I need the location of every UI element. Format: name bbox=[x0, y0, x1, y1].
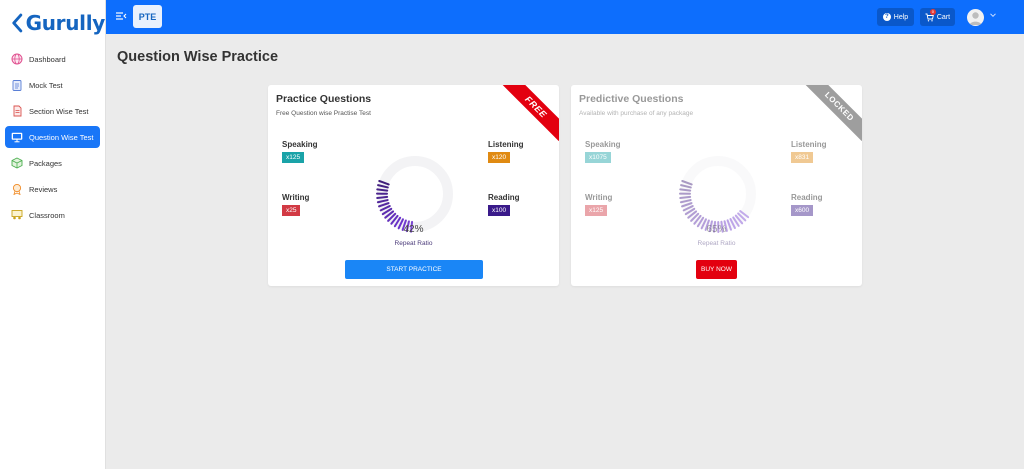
reading-label: Reading bbox=[488, 193, 520, 202]
gauge-tick bbox=[376, 188, 389, 192]
predictive-questions-card: Predictive Questions Available with purc… bbox=[571, 85, 862, 286]
gauge-tick bbox=[376, 195, 389, 199]
sidebar-item-label: Mock Test bbox=[29, 80, 63, 90]
speaking-label: Speaking bbox=[282, 140, 318, 149]
classroom-icon bbox=[10, 209, 23, 222]
cart-count-badge: 0 bbox=[929, 8, 936, 15]
sidebar-item-reviews[interactable]: Reviews bbox=[5, 178, 100, 200]
sidebar-item-section-wise-test[interactable]: Section Wise Test bbox=[5, 100, 100, 122]
cart-icon: 0 bbox=[925, 8, 936, 22]
package-icon bbox=[10, 157, 23, 170]
logo-text: Gurully bbox=[25, 11, 106, 35]
sidebar-item-label: Reviews bbox=[29, 184, 58, 194]
repeat-ratio-label: Repeat Ratio bbox=[697, 240, 736, 247]
logo[interactable]: Gurully bbox=[0, 0, 105, 46]
repeat-ratio-percent: 42% bbox=[403, 224, 424, 235]
sidebar: Gurully Dashboard Mock Test Section Wise… bbox=[0, 0, 106, 469]
help-button[interactable]: ? Help bbox=[877, 8, 914, 26]
speaking-label: Speaking bbox=[585, 140, 621, 149]
reading-label: Reading bbox=[791, 193, 823, 202]
locked-ribbon: LOCKED bbox=[802, 85, 862, 145]
listening-label: Listening bbox=[791, 140, 827, 149]
card-subtitle: Free Question wise Practise Test bbox=[276, 110, 371, 117]
logo-chevron-icon bbox=[12, 13, 23, 33]
sidebar-item-label: Question Wise Test bbox=[29, 132, 94, 142]
sidebar-item-label: Classroom bbox=[29, 210, 65, 220]
document-icon bbox=[10, 105, 23, 118]
free-ribbon: FREE bbox=[499, 85, 559, 145]
repeat-ratio-label: Repeat Ratio bbox=[394, 240, 433, 247]
buy-now-button[interactable]: BUY NOW bbox=[696, 260, 737, 279]
listening-count-badge: x831 bbox=[791, 152, 814, 163]
sidebar-item-classroom[interactable]: Classroom bbox=[5, 204, 100, 226]
clipboard-icon bbox=[10, 79, 23, 92]
gauge-tick bbox=[679, 195, 692, 199]
sidebar-item-question-wise-test[interactable]: Question Wise Test bbox=[5, 126, 100, 148]
cart-button[interactable]: 0 Cart bbox=[920, 8, 955, 26]
writing-label: Writing bbox=[585, 193, 613, 202]
card-title: Predictive Questions bbox=[579, 93, 684, 105]
ribbon-label: FREE bbox=[502, 85, 559, 141]
repeat-ratio-percent: 65% bbox=[706, 224, 727, 235]
sidebar-item-dashboard[interactable]: Dashboard bbox=[5, 48, 100, 70]
speaking-count-badge: x1075 bbox=[585, 152, 611, 163]
reading-count-badge: x100 bbox=[488, 205, 511, 216]
card-subtitle: Available with purchase of any package bbox=[579, 110, 694, 117]
menu-toggle-icon[interactable] bbox=[115, 10, 127, 22]
help-label: Help bbox=[893, 13, 909, 21]
reading-count-badge: x600 bbox=[791, 205, 814, 216]
gauge-tick bbox=[679, 188, 692, 192]
help-icon: ? bbox=[882, 13, 891, 21]
writing-count-badge: x125 bbox=[585, 205, 608, 216]
chevron-down-icon[interactable] bbox=[989, 11, 997, 19]
ribbon-label: LOCKED bbox=[805, 85, 862, 141]
listening-label: Listening bbox=[488, 140, 524, 149]
sidebar-nav: Dashboard Mock Test Section Wise Test Qu… bbox=[0, 48, 105, 226]
sidebar-item-mock-test[interactable]: Mock Test bbox=[5, 74, 100, 96]
cart-label: Cart bbox=[936, 13, 951, 21]
monitor-icon bbox=[10, 131, 23, 144]
medal-icon bbox=[10, 183, 23, 196]
user-avatar[interactable] bbox=[967, 9, 984, 26]
sidebar-item-label: Section Wise Test bbox=[29, 106, 89, 116]
start-practice-button[interactable]: START PRACTICE bbox=[345, 260, 483, 279]
user-avatar-icon bbox=[969, 12, 982, 25]
globe-icon bbox=[10, 53, 23, 66]
practice-questions-card: Practice Questions Free Question wise Pr… bbox=[268, 85, 559, 286]
writing-label: Writing bbox=[282, 193, 310, 202]
sidebar-item-label: Dashboard bbox=[29, 54, 66, 64]
sidebar-item-label: Packages bbox=[29, 158, 62, 168]
exam-selector-button[interactable]: PTE bbox=[133, 5, 162, 28]
speaking-count-badge: x125 bbox=[282, 152, 305, 163]
page-title: Question Wise Practice bbox=[117, 49, 279, 65]
sidebar-item-packages[interactable]: Packages bbox=[5, 152, 100, 174]
writing-count-badge: x25 bbox=[282, 205, 301, 216]
listening-count-badge: x120 bbox=[488, 152, 511, 163]
card-title: Practice Questions bbox=[276, 93, 372, 105]
topbar: PTE ? Help 0 Cart bbox=[106, 0, 1024, 34]
